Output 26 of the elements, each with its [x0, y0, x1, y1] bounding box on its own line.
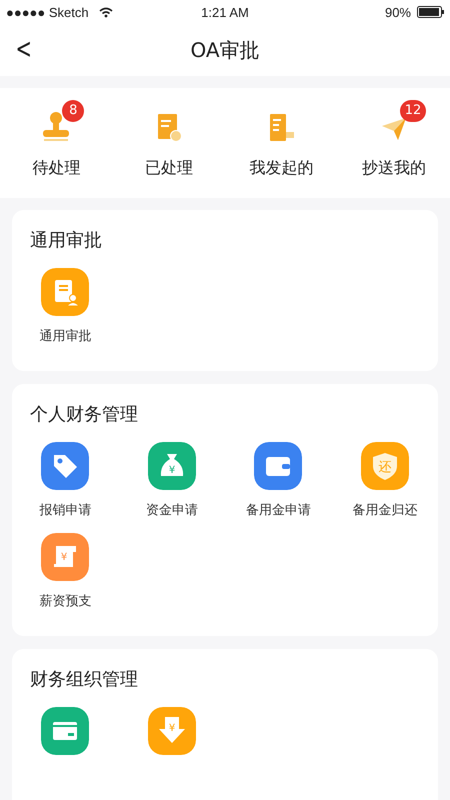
- section-title: 个人财务管理: [30, 403, 139, 426]
- card-icon[interactable]: [41, 707, 90, 755]
- back-button[interactable]: <: [12, 32, 35, 66]
- page-title: OA审批: [190, 36, 260, 64]
- app-label: 报销申请: [39, 502, 92, 520]
- battery-text: 90%: [384, 4, 411, 20]
- section-title: 通用审批: [30, 229, 103, 252]
- app-label: 备用金归还: [352, 502, 418, 520]
- summary-tab[interactable]: 已处理: [144, 158, 193, 179]
- clock-text: 1:21 AM: [201, 4, 249, 20]
- count-badge: 8: [62, 100, 84, 122]
- summary-tab[interactable]: 抄送我的: [362, 158, 426, 179]
- doc-person-icon[interactable]: [41, 268, 90, 316]
- tag-icon[interactable]: [41, 442, 90, 490]
- wallet-icon[interactable]: [254, 442, 302, 490]
- battery-icon: [417, 6, 444, 18]
- app-label: 通用审批: [39, 328, 92, 346]
- app-label: 薪资预支: [39, 593, 92, 611]
- wifi-icon: [98, 6, 113, 18]
- app-label: 资金申请: [146, 502, 198, 520]
- app-label: 备用金申请: [246, 502, 311, 520]
- summary-tab[interactable]: 我发起的: [249, 158, 314, 179]
- count-badge: 12: [400, 100, 426, 122]
- carrier-text: ●●●●● Sketch: [6, 4, 89, 20]
- section-title: 财务组织管理: [30, 668, 139, 691]
- summary-tab[interactable]: 待处理: [32, 158, 80, 179]
